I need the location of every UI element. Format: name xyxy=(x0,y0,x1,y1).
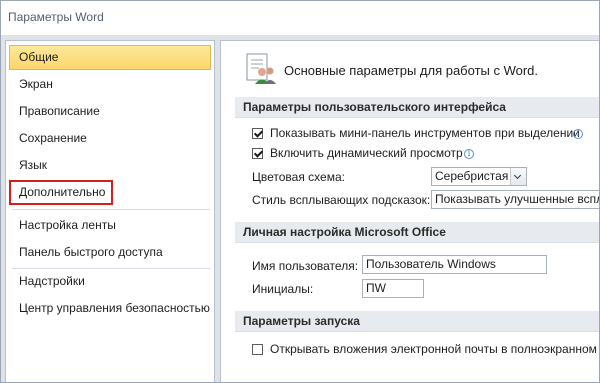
page-title: Основные параметры для работы с Word. xyxy=(284,63,539,78)
sidebar-divider xyxy=(12,209,210,210)
live-preview-checkbox[interactable] xyxy=(252,148,263,159)
color-scheme-label: Цветовая схема: xyxy=(252,170,345,184)
screentip-style-select[interactable]: Показывать улучшенные всплы xyxy=(431,190,600,209)
screentip-style-label: Стиль всплывающих подсказок: xyxy=(252,193,431,207)
options-dialog: Параметры Word Общие Экран Правописание … xyxy=(0,0,600,383)
sidebar-item-save[interactable]: Сохранение xyxy=(9,126,211,151)
sidebar-item-customize-ribbon[interactable]: Настройка ленты xyxy=(9,213,211,238)
sidebar-item-display[interactable]: Экран xyxy=(9,72,211,97)
username-label: Имя пользователя: xyxy=(252,259,359,273)
info-icon: i xyxy=(464,149,474,159)
color-scheme-value: Серебристая xyxy=(435,169,509,183)
info-icon: i xyxy=(573,129,583,139)
initials-field[interactable]: ПW xyxy=(362,279,424,298)
section-header-ui: Параметры пользовательского интерфейса xyxy=(235,97,599,118)
sidebar-item-general[interactable]: Общие xyxy=(9,45,211,70)
title-bar: Параметры Word xyxy=(1,1,599,35)
section-header-startup: Параметры запуска xyxy=(235,311,599,332)
mini-toolbar-checkbox[interactable] xyxy=(252,128,263,139)
sidebar-item-quick-access[interactable]: Панель быстрого доступа xyxy=(9,240,211,265)
content-panel: Основные параметры для работы с Word. Па… xyxy=(220,40,600,382)
open-attachments-label[interactable]: Открывать вложения электронной почты в п… xyxy=(270,342,599,356)
options-people-icon xyxy=(246,53,276,84)
mini-toolbar-label[interactable]: Показывать мини-панель инструментов при … xyxy=(270,126,580,140)
username-field[interactable]: Пользователь Windows xyxy=(362,255,547,274)
sidebar-item-addins[interactable]: Надстройки xyxy=(9,269,211,294)
sidebar-item-proofing[interactable]: Правописание xyxy=(9,99,211,124)
live-preview-label[interactable]: Включить динамический просмотр xyxy=(270,146,463,160)
color-scheme-select[interactable]: Серебристая xyxy=(431,167,527,186)
open-attachments-checkbox[interactable] xyxy=(252,344,263,355)
section-header-personal: Личная настройка Microsoft Office xyxy=(235,222,599,243)
sidebar-item-language[interactable]: Язык xyxy=(9,153,211,178)
initials-label: Инициалы: xyxy=(252,282,314,296)
dialog-body: Общие Экран Правописание Сохранение Язык… xyxy=(1,35,599,382)
sidebar-item-advanced[interactable]: Дополнительно xyxy=(9,180,113,205)
screentip-style-value: Показывать улучшенные всплы xyxy=(435,192,600,206)
sidebar-item-trust-center[interactable]: Центр управления безопасностью xyxy=(9,296,211,321)
sidebar-nav: Общие Экран Правописание Сохранение Язык… xyxy=(5,40,215,382)
window-title: Параметры Word xyxy=(8,10,104,24)
chevron-down-icon[interactable] xyxy=(510,168,526,185)
